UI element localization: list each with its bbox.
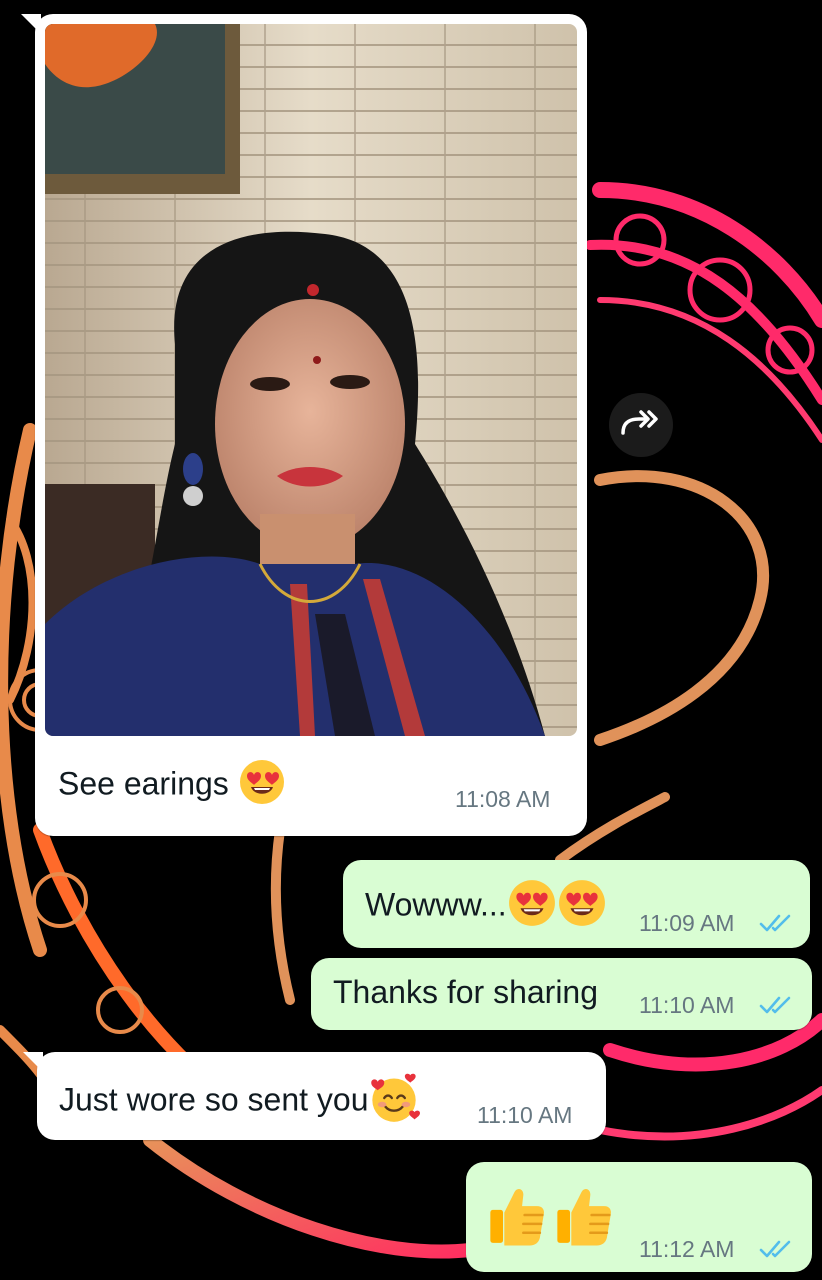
forward-button[interactable] [609,393,673,457]
message-caption: See earings [58,758,286,814]
message-text-value: Just wore so sent you [59,1081,369,1118]
message-bubble-incoming[interactable]: Just wore so sent you 11:10 AM [23,1052,606,1140]
bubble-tail [23,1052,43,1072]
thumbs-up-emoji [486,1182,548,1252]
message-time: 11:09 AM [639,910,735,936]
message-text: Wowww... [365,878,607,936]
message-text-value: Wowww... [365,886,507,923]
message-bubble-outgoing[interactable]: Thanks for sharing 11:10 AM [311,958,812,1030]
double-check-icon [759,914,791,932]
message-text: Thanks for sharing [333,974,599,1010]
heart-eyes-emoji [238,758,286,814]
thumbs-up-emoji [553,1182,615,1252]
heart-eyes-emoji [507,878,557,936]
message-time: 11:10 AM [639,992,735,1018]
message-time: 11:08 AM [455,786,551,812]
smiling-face-with-hearts-emoji [368,1072,421,1132]
double-check-icon [759,996,791,1014]
message-bubble-outgoing[interactable]: Wowww... 11:09 AM [343,860,810,948]
emoji-message [486,1182,615,1252]
shared-photo[interactable] [45,24,577,736]
message-bubble-incoming-image[interactable]: See earings 11:08 AM [21,14,587,836]
double-check-icon [759,1240,791,1258]
bubble-tail [21,14,41,34]
heart-eyes-emoji [557,878,607,936]
forward-icon [621,410,658,435]
message-text: Just wore so sent you [59,1072,421,1132]
message-caption-text: See earings [58,765,229,802]
message-bubble-outgoing[interactable]: 11:12 AM [466,1162,812,1272]
message-time: 11:10 AM [477,1102,573,1128]
message-time: 11:12 AM [639,1236,735,1262]
